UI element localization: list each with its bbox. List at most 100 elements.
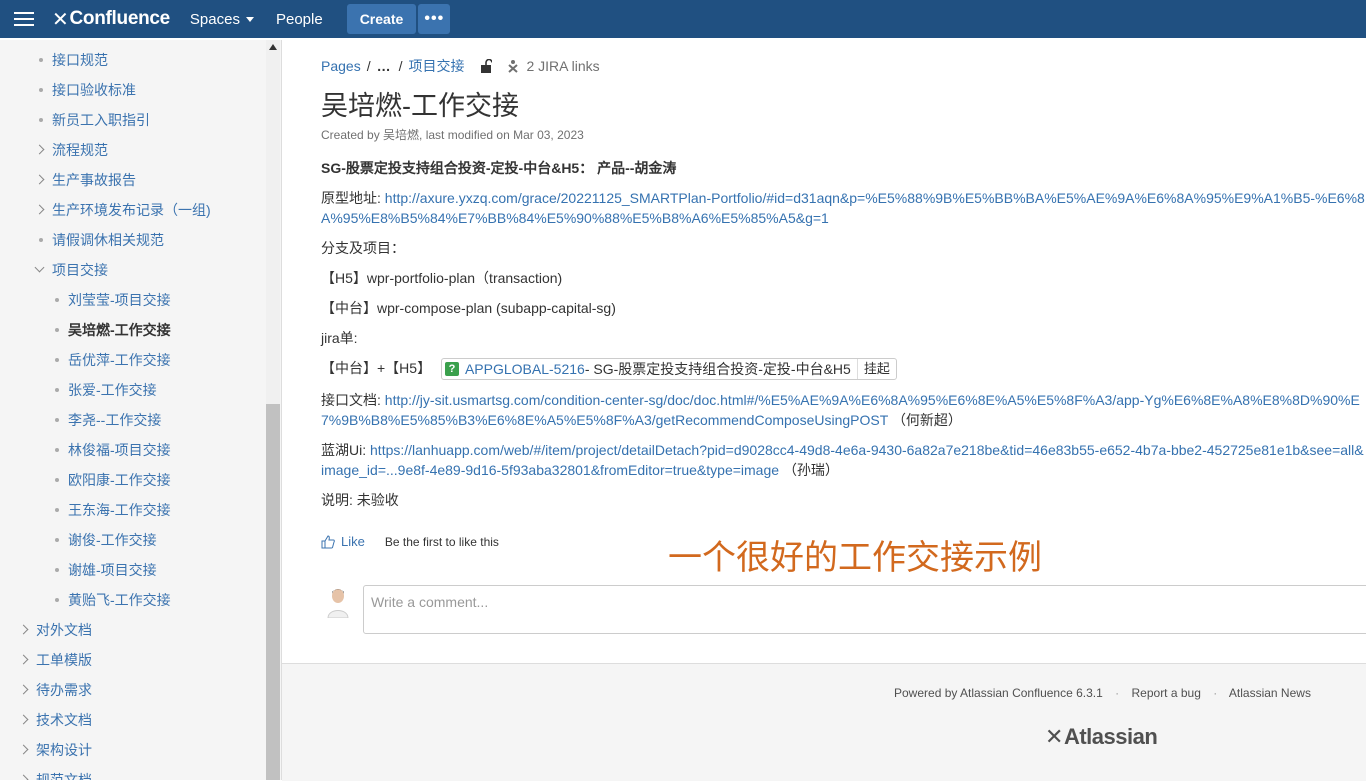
branch-middle: 【中台】wpr-compose-plan (subapp-capital-sg) [321,300,616,316]
sidebar-item[interactable]: 李尧--工作交接 [0,405,265,435]
breadcrumb-pages[interactable]: Pages [321,58,361,74]
hamburger-menu-icon[interactable] [14,8,34,30]
spaces-label: Spaces [189,10,240,28]
chevron-right-icon[interactable] [18,684,29,695]
chevron-right-icon[interactable] [18,714,29,725]
user-avatar [326,586,350,618]
confluence-logo[interactable]: ✕ Confluence [52,7,170,32]
api-doc-owner: （何新超） [891,412,962,429]
page-tree-sidebar: 接口规范接口验收标准 新员工入职指引 流程规范生产事故报告生产环境发布记录（一组) 请… [0,40,282,780]
main-content: Pages / … / 项目交接 2 JIRA links 吴培燃-工作交接 C… [282,40,1366,781]
jira-label: jira单: [321,330,358,346]
sidebar-item[interactable]: 生产环境发布记录（一组) [0,195,265,225]
jira-links-label: 2 JIRA links [526,58,600,74]
footer-separator: · [1115,686,1120,700]
chevron-right-icon[interactable] [18,744,29,755]
bullet-icon [55,448,59,452]
sidebar-item[interactable]: 林俊福-项目交接 [0,435,265,465]
jira-status-badge: 挂起 [856,359,890,380]
thumbs-up-icon[interactable] [321,534,335,549]
sidebar-item[interactable]: 吴培燃-工作交接 [0,315,265,345]
sidebar-item[interactable]: 张爱-工作交接 [0,375,265,405]
sidebar-item[interactable]: 刘莹莹-项目交接 [0,285,265,315]
sidebar-item[interactable]: 新员工入职指引 [0,105,265,135]
chevron-right-icon[interactable] [18,774,29,780]
sidebar-item-label: 王东海-工作交接 [68,502,171,518]
sidebar-item-label: 刘莹莹-项目交接 [68,292,171,308]
sidebar-item-label: 工单模版 [36,652,92,668]
chevron-down-icon[interactable] [34,262,45,273]
sidebar-item[interactable]: 岳优萍-工作交接 [0,345,265,375]
chevron-right-icon[interactable] [34,144,45,155]
annotation-text: 一个很好的工作交接示例 [668,539,1042,577]
jira-links[interactable]: 2 JIRA links [506,58,600,74]
report-bug-link[interactable]: Report a bug [1132,686,1201,700]
sidebar-item-label: 待办需求 [36,682,92,698]
bullet-icon [55,358,59,362]
chevron-right-icon[interactable] [34,204,45,215]
lanhu-link[interactable]: https://lanhuapp.com/web/#/item/project/… [321,442,1364,478]
sidebar-item[interactable]: 规范文档 [0,765,265,780]
jira-issue-macro[interactable]: ? APPGLOBAL-5216 - SG-股票定投支持组合投资-定投-中台&H… [440,358,897,381]
sidebar-item[interactable]: 欧阳康-工作交接 [0,465,265,495]
atlassian-logo[interactable]: ✕ Atlassian [1045,724,1158,750]
sidebar-item[interactable]: 对外文档 [0,615,265,645]
api-doc-paragraph: 接口文档: http://jy-sit.usmartsg.com/conditi… [321,390,1366,430]
sidebar-item[interactable]: 王东海-工作交接 [0,495,265,525]
branch-h5: 【H5】wpr-portfolio-plan（transaction) [321,270,563,286]
sidebar-item[interactable]: 生产事故报告 [0,165,265,195]
unlock-icon[interactable] [480,59,493,73]
jira-issue-summary: - SG-股票定投支持组合投资-定投-中台&H5 [584,361,851,378]
like-button[interactable]: Like [341,534,365,549]
chevron-right-icon[interactable] [18,654,29,665]
bullet-icon [39,58,43,62]
sidebar-item-label: 请假调休相关规范 [52,232,164,248]
sidebar-item[interactable]: 黄贻飞-工作交接 [0,585,265,615]
api-doc-label: 接口文档: [321,392,381,409]
sidebar-item-label: 林俊福-项目交接 [68,442,171,458]
scroll-up-arrow-icon[interactable] [269,44,277,50]
sidebar-item[interactable]: 技术文档 [0,705,265,735]
more-create-options-button[interactable]: ••• [418,4,451,34]
create-button[interactable]: Create [346,4,417,34]
sidebar-item[interactable]: 工单模版 [0,645,265,675]
sidebar-item[interactable]: 接口验收标准 [0,75,265,105]
chevron-right-icon[interactable] [18,624,29,635]
top-navigation-bar: ✕ Confluence Spaces People Create ••• [0,0,1366,38]
comment-input[interactable]: Write a comment... [363,585,1366,634]
lanhu-paragraph: 蓝湖Ui: https://lanhuapp.com/web/#/item/pr… [321,440,1366,480]
sidebar-item[interactable]: 流程规范 [0,135,265,165]
content-heading: SG-股票定投支持组合投资-定投-中台&H5： 产品--胡金涛 [321,160,677,176]
api-doc-link[interactable]: http://jy-sit.usmartsg.com/condition-cen… [321,392,1360,428]
people-link[interactable]: People [276,11,323,28]
sidebar-item[interactable]: 谢俊-工作交接 [0,525,265,555]
sidebar-item[interactable]: 架构设计 [0,735,265,765]
scrollbar-thumb[interactable] [266,404,280,780]
people-label: People [275,10,323,28]
chevron-right-icon[interactable] [34,174,45,185]
page-title: 吴培燃-工作交接 [321,91,519,121]
note-paragraph: 说明: 未验收 [321,492,399,509]
sidebar-item[interactable]: 请假调休相关规范 [0,225,265,255]
sidebar-scrollbar[interactable] [266,40,280,780]
page-tree: 接口规范接口验收标准 新员工入职指引 流程规范生产事故报告生产环境发布记录（一组) 请… [0,45,265,780]
powered-by-link[interactable]: Powered by Atlassian Confluence 6.3.1 [894,686,1103,700]
bullet-icon [55,328,59,332]
sidebar-item[interactable]: 谢雄-项目交接 [0,555,265,585]
bullet-icon [55,298,59,302]
sidebar-item-label: 张爱-工作交接 [68,382,157,398]
breadcrumb-parent[interactable]: 项目交接 [408,56,464,76]
atlassian-logo-text: Atlassian [1063,724,1158,749]
bullet-icon [55,418,59,422]
breadcrumb-ellipsis[interactable]: … [377,58,391,74]
sidebar-item[interactable]: 项目交接 [0,255,265,285]
spaces-menu[interactable]: Spaces [190,11,254,28]
jira-issue-key[interactable]: APPGLOBAL-5216 [465,359,585,379]
sidebar-item-label: 生产事故报告 [52,172,136,188]
prototype-link[interactable]: http://axure.yxzq.com/grace/20221125_SMA… [321,190,1365,226]
sidebar-item[interactable]: 待办需求 [0,675,265,705]
lanhu-label: 蓝湖Ui: [321,442,367,459]
sidebar-item-label: 接口规范 [52,52,108,68]
sidebar-item[interactable]: 接口规范 [0,45,265,75]
atlassian-news-link[interactable]: Atlassian News [1229,686,1311,700]
